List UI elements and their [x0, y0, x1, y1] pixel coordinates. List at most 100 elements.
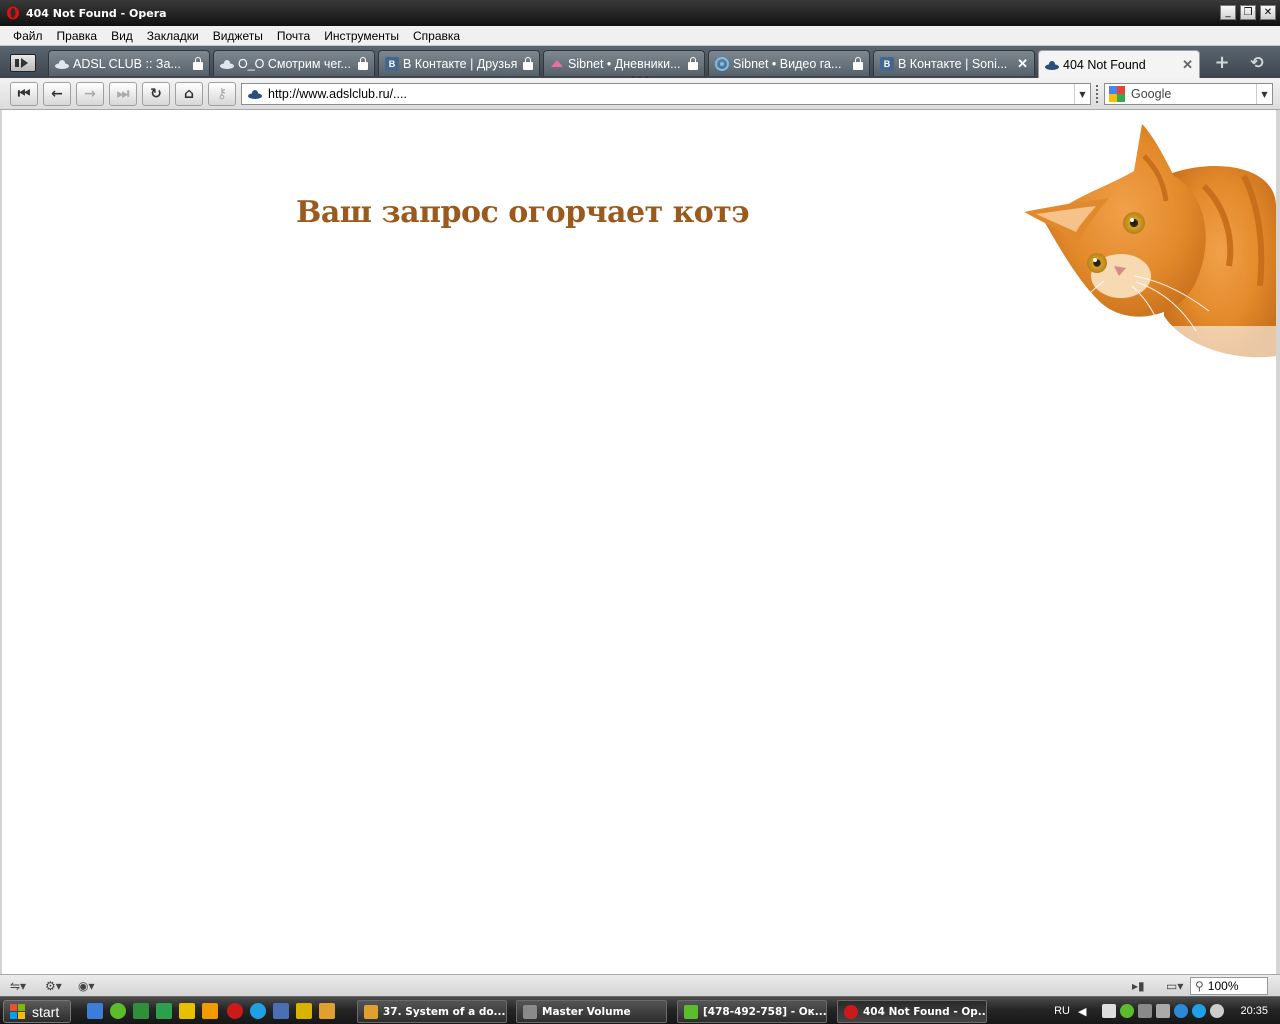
downloads-icon[interactable]: ▸▮ [1132, 979, 1145, 993]
menu-tools[interactable]: Инструменты [317, 29, 406, 43]
update-icon[interactable] [1210, 1004, 1225, 1018]
taskbar-button-label: 404 Not Found - Op... [863, 1005, 987, 1018]
window-title: 404 Not Found - Opera [26, 6, 167, 20]
menu-edit[interactable]: Правка [50, 29, 105, 43]
taskbar-button-opera[interactable]: 404 Not Found - Op... [837, 1000, 987, 1023]
system-tray: RU ◀ 20:35 [1054, 997, 1280, 1024]
lock-icon [523, 56, 533, 70]
close-button[interactable]: ✕ [1260, 5, 1276, 20]
globe-icon[interactable] [1174, 1004, 1189, 1018]
foobar-icon[interactable] [319, 1003, 335, 1019]
menu-help[interactable]: Справка [406, 29, 467, 43]
lock-icon [193, 56, 203, 70]
search-dropdown-icon[interactable]: ▼ [1256, 84, 1272, 104]
new-tab-icon[interactable]: + [1213, 54, 1231, 72]
tab-label: В Контакте | Друзья [403, 56, 518, 71]
vk-icon: B [385, 56, 399, 71]
tab-smotrim[interactable]: О_О Смотрим чег... [213, 50, 375, 76]
menu-file[interactable]: Файл [6, 29, 50, 43]
adsl-icon [55, 59, 69, 69]
icq-tray-icon[interactable] [1120, 1004, 1135, 1018]
network-icon[interactable] [273, 1003, 289, 1019]
mail-icon[interactable] [1102, 1004, 1117, 1018]
panel-toggle-button[interactable] [10, 54, 36, 72]
sibnet-video-icon [715, 56, 729, 71]
start-label: start [32, 1003, 60, 1020]
zoom-field[interactable]: ⚲ 100% [1190, 977, 1268, 995]
address-bar[interactable]: http://www.adslclub.ru/.... ▼ [241, 83, 1091, 105]
close-tab-icon[interactable]: ✕ [1182, 57, 1193, 73]
menu-bar: Файл Правка Вид Закладки Виджеты Почта И… [0, 26, 1280, 46]
search-engine-label: Google [1131, 87, 1172, 101]
search-field[interactable]: Google ▼ [1104, 83, 1273, 105]
tab-label: В Контакте | Soni... [898, 56, 1008, 71]
menu-mail[interactable]: Почта [270, 29, 317, 43]
status-bar: ⇋▾ ⚙▾ ◉▾ ▸▮ ▭▾ ⚲ 100% [0, 974, 1280, 996]
winamp-icon[interactable] [179, 1003, 195, 1019]
rewind-button[interactable]: ⏮ [10, 82, 38, 106]
tab-404-not-found[interactable]: 404 Not Found ✕ [1038, 50, 1200, 78]
tray-expand-icon[interactable]: ◀ [1078, 1005, 1086, 1018]
address-dropdown-icon[interactable]: ▼ [1074, 84, 1090, 104]
menu-widgets[interactable]: Виджеты [206, 29, 270, 43]
taskbar-button-label: [478-492-758] - Ок... [703, 1005, 827, 1018]
zoom-value: 100% [1207, 979, 1239, 993]
reload-button[interactable]: ↻ [142, 82, 170, 106]
google-icon [1109, 86, 1125, 102]
skype-icon[interactable] [250, 1003, 266, 1019]
minimize-button[interactable]: _ [1220, 5, 1236, 20]
clock: 20:35 [1240, 1005, 1268, 1017]
sibnet-icon [551, 59, 563, 67]
unite-icon[interactable]: ⚙▾ [45, 979, 62, 993]
site-favicon-icon [248, 90, 262, 99]
menu-view[interactable]: Вид [104, 29, 140, 43]
volume-icon[interactable] [1156, 1004, 1171, 1018]
tool-icon[interactable] [296, 1003, 312, 1019]
lock-icon [358, 56, 368, 70]
speaker-icon [523, 1004, 537, 1019]
language-indicator[interactable]: RU [1054, 1005, 1070, 1017]
toolbar-grip-icon[interactable] [1096, 85, 1099, 103]
skype-tray-icon[interactable] [1192, 1004, 1207, 1018]
tab-adsl-club[interactable]: ADSL CLUB :: За... [48, 50, 210, 76]
show-desktop-icon[interactable] [87, 1003, 103, 1019]
opera-icon [844, 1004, 858, 1019]
tab-vk-friends[interactable]: B В Контакте | Друзья [378, 50, 540, 76]
lock-icon [853, 56, 863, 70]
tab-label: 404 Not Found [1063, 57, 1146, 72]
foobar-icon [364, 1004, 378, 1019]
start-button[interactable]: start [3, 1000, 71, 1023]
network-tray-icon[interactable] [1138, 1004, 1153, 1018]
fast-forward-button[interactable]: ⏭ [109, 82, 137, 106]
sync-icon[interactable]: ⇋▾ [10, 979, 26, 993]
adsl-icon [1045, 60, 1059, 70]
search-icon: ⚲ [1195, 979, 1204, 993]
tab-sibnet-video[interactable]: Sibnet • Видео га... [708, 50, 870, 76]
utorrent-icon[interactable] [133, 1003, 149, 1019]
tab-vk-soni[interactable]: B В Контакте | Soni... ✕ [873, 50, 1035, 76]
taskbar-button-label: Master Volume [542, 1005, 631, 1018]
close-tab-icon[interactable]: ✕ [1017, 56, 1028, 72]
tab-sibnet-diaries[interactable]: Sibnet • Дневники... [543, 50, 705, 76]
taskbar-button-label: 37. System of a do... [383, 1005, 506, 1018]
icq-icon[interactable] [110, 1003, 126, 1019]
navigation-toolbar: ⏮ ← → ⏭ ↻ ⌂ ⚷ http://www.adslclub.ru/...… [0, 78, 1280, 110]
media-player-icon[interactable] [202, 1003, 218, 1019]
lock-icon [688, 56, 698, 70]
page-content: Ваш запрос огорчает котэ [2, 110, 1276, 974]
taskbar-button-volume[interactable]: Master Volume [516, 1000, 667, 1023]
opera-icon[interactable] [227, 1003, 243, 1019]
taskbar-button-chat[interactable]: [478-492-758] - Ок... [677, 1000, 827, 1023]
taskbar-button-music[interactable]: 37. System of a do... [357, 1000, 507, 1023]
view-icon[interactable]: ▭▾ [1166, 979, 1183, 993]
menu-bookmarks[interactable]: Закладки [140, 29, 206, 43]
restore-button[interactable]: ❐ [1240, 5, 1256, 20]
forward-button[interactable]: → [76, 82, 104, 106]
cat-photo [1024, 124, 1276, 364]
closed-tabs-icon[interactable]: ⟲ [1248, 54, 1266, 72]
back-button[interactable]: ← [43, 82, 71, 106]
turbo-icon[interactable]: ◉▾ [78, 979, 95, 993]
home-button[interactable]: ⌂ [175, 82, 203, 106]
wand-button[interactable]: ⚷ [208, 82, 236, 106]
h-app-icon[interactable] [156, 1003, 172, 1019]
